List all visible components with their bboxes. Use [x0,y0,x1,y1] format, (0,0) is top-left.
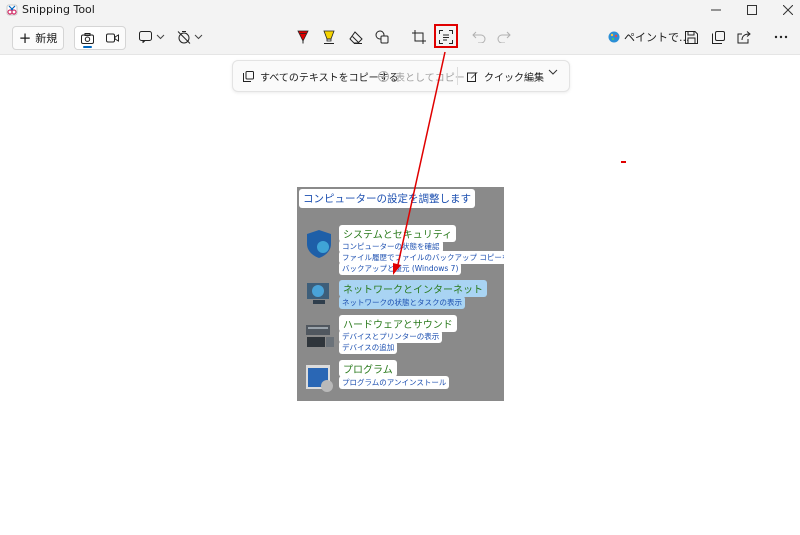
table-icon [378,71,389,82]
programs-icon [306,365,333,392]
expand-actions-button[interactable] [548,69,558,75]
category-link: バックアップと復元 (Windows 7) [339,262,462,275]
open-in-paint-button[interactable]: ペイントで... [608,29,690,45]
redo-button[interactable] [497,28,511,46]
chevron-down-icon [194,34,203,40]
more-options-button[interactable] [774,28,788,46]
rectangle-snip-icon [139,31,152,43]
share-button[interactable] [737,28,751,46]
quick-edit-label: クイック編集 [484,73,544,84]
paint-app-icon [608,31,620,43]
pen-icon [297,30,309,44]
crop-icon [412,30,426,44]
highlighter-icon [323,30,335,44]
share-icon [737,30,751,43]
new-button[interactable]: + 新規 [12,26,64,50]
main-toolbar: + 新規 ペイントで... [0,20,800,55]
video-mode-button[interactable] [100,27,125,49]
chevron-down-icon [548,69,558,75]
category-link: ネットワークの状態とタスクの表示 [339,296,465,309]
save-button[interactable] [684,28,698,46]
copy-button[interactable] [711,28,725,46]
ballpoint-pen-button[interactable] [296,28,310,46]
snip-shape-dropdown[interactable] [139,28,165,46]
category-title-selected: ネットワークとインターネット [339,280,487,297]
minimize-button[interactable] [698,0,734,20]
copy-icon [243,71,254,82]
text-actions-bar: すべてのテキストをコピーする 表としてコピー クイック編集 [232,60,570,92]
copy-all-text-button[interactable]: すべてのテキストをコピーする [243,69,399,84]
edit-icon [467,72,478,82]
category-link: デバイスの追加 [339,341,398,354]
title-bar: Snipping Tool [0,0,800,20]
divider [457,67,458,85]
red-ink-mark [621,161,626,163]
close-button[interactable] [770,0,800,20]
redo-icon [497,31,511,43]
shapes-icon [375,30,389,44]
highlighter-button[interactable] [322,28,336,46]
copy-icon [711,30,725,44]
category-title: プログラム [339,360,397,377]
copy-as-table-label: 表としてコピー [395,73,465,84]
eraser-button[interactable] [349,28,363,46]
captured-heading: コンピューターの設定を調整します [299,189,475,208]
save-icon [684,30,698,44]
screenshot-mode-button[interactable] [75,27,100,49]
category-link: プログラムのアンインストール [339,376,450,389]
timer-off-icon [177,31,191,44]
eraser-icon [349,30,363,44]
security-shield-icon [307,230,331,258]
maximize-icon [747,5,757,15]
hardware-sound-icon [306,325,334,347]
annotation-highlight-box [434,24,458,48]
undo-icon [472,31,486,43]
snipping-tool-app-icon [6,4,18,16]
more-icon [774,35,788,39]
camera-icon [81,32,94,44]
quick-edit-button[interactable]: クイック編集 [467,69,544,84]
plus-icon: + [18,28,32,47]
delay-timer-dropdown[interactable] [177,28,203,46]
chevron-down-icon [156,34,165,40]
undo-button[interactable] [472,28,486,46]
copy-as-table-button[interactable]: 表としてコピー [378,69,465,84]
video-icon [106,33,119,43]
shapes-button[interactable] [375,28,389,46]
network-globe-icon [307,283,329,304]
maximize-button[interactable] [734,0,770,20]
captured-screenshot: コンピューターの設定を調整します システムとセキュリティ コンピューターの状態を… [297,187,504,401]
window-title: Snipping Tool [22,3,95,16]
capture-mode-toggle [74,26,126,50]
minimize-icon [711,9,721,11]
close-icon [783,5,793,15]
open-in-paint-label: ペイントで... [624,31,690,44]
new-button-label: 新規 [35,32,58,45]
crop-button[interactable] [412,28,426,46]
